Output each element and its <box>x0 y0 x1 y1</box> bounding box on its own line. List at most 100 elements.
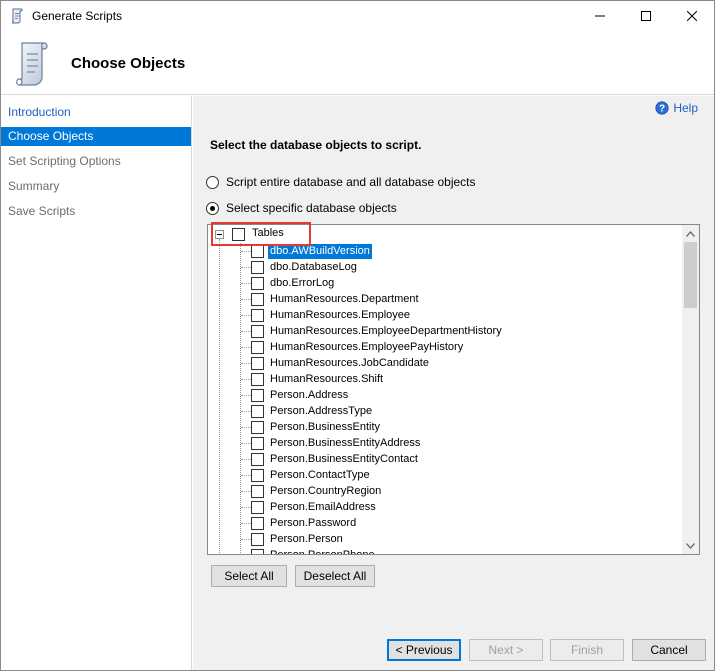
tree-item-checkbox[interactable] <box>251 421 264 434</box>
scroll-down-button[interactable] <box>682 537 699 554</box>
tree-item-label[interactable]: dbo.ErrorLog <box>268 276 336 291</box>
tree-item-label[interactable]: HumanResources.EmployeePayHistory <box>268 340 465 355</box>
tree-connector <box>241 475 251 476</box>
tree-item-checkbox[interactable] <box>251 405 264 418</box>
tree-item-label[interactable]: HumanResources.Shift <box>268 372 385 387</box>
tree-item-label[interactable]: Person.BusinessEntityContact <box>268 452 420 467</box>
tree-connector <box>241 331 251 332</box>
tree-item-label[interactable]: Person.ContactType <box>268 468 372 483</box>
tree-connector <box>241 459 251 460</box>
collapse-icon[interactable] <box>215 230 224 239</box>
scroll-thumb[interactable] <box>684 242 697 308</box>
tree-connector <box>241 491 251 492</box>
tree-connector <box>241 507 251 508</box>
previous-button[interactable]: < Previous <box>387 639 461 661</box>
tree-item-checkbox[interactable] <box>251 261 264 274</box>
tree-item-label[interactable]: Person.PersonPhone <box>268 548 377 554</box>
maximize-button[interactable] <box>623 1 669 31</box>
minimize-icon <box>595 15 605 17</box>
nav-item-set-scripting-options: Set Scripting Options <box>8 154 121 168</box>
tree-item-checkbox[interactable] <box>251 453 264 466</box>
tree-item-checkbox[interactable] <box>251 501 264 514</box>
tree-item-checkbox[interactable] <box>251 469 264 482</box>
tree-item-label[interactable]: Person.CountryRegion <box>268 484 383 499</box>
wizard-nav: Introduction Choose Objects Set Scriptin… <box>1 96 192 670</box>
tree-item-checkbox[interactable] <box>251 293 264 306</box>
close-icon <box>687 11 697 21</box>
tree-item-checkbox[interactable] <box>251 245 264 258</box>
tree-item-label[interactable]: HumanResources.EmployeeDepartmentHistory <box>268 324 504 339</box>
finish-button: Finish <box>550 639 624 661</box>
radio-entire-database-indicator[interactable] <box>206 175 219 189</box>
tree-item-checkbox[interactable] <box>251 341 264 354</box>
instruction-text: Select the database objects to script. <box>210 138 422 152</box>
radio-specific-objects[interactable]: Select specific database objects <box>206 201 397 215</box>
tree-connector <box>241 251 251 252</box>
tree-item-label[interactable]: HumanResources.Department <box>268 292 421 307</box>
tree-connector <box>241 379 251 380</box>
radio-specific-objects-label: Select specific database objects <box>226 201 397 215</box>
tables-checkbox[interactable] <box>232 228 245 241</box>
tree-item-checkbox[interactable] <box>251 357 264 370</box>
tree-item-label[interactable]: dbo.AWBuildVersion <box>268 244 372 259</box>
tree-connector <box>241 539 251 540</box>
tree-item-checkbox[interactable] <box>251 373 264 386</box>
tree-item-label[interactable]: Person.Password <box>268 516 358 531</box>
tree-connector <box>241 395 251 396</box>
tree-connector <box>241 427 251 428</box>
tree-item-checkbox[interactable] <box>251 517 264 530</box>
tree-item-checkbox[interactable] <box>251 533 264 546</box>
tree-item-label[interactable]: HumanResources.JobCandidate <box>268 356 431 371</box>
svg-text:?: ? <box>659 104 665 115</box>
page-title: Choose Objects <box>71 55 186 72</box>
title-bar: Generate Scripts <box>1 1 714 31</box>
tree-item-label[interactable]: HumanResources.Employee <box>268 308 412 323</box>
nav-item-save-scripts: Save Scripts <box>8 204 76 218</box>
maximize-icon <box>641 11 651 21</box>
nav-item-summary: Summary <box>8 179 60 193</box>
tree-item-label[interactable]: Person.Person <box>268 532 345 547</box>
object-tree[interactable]: Tables dbo.AWBuildVersion dbo.DatabaseLog… <box>207 224 700 555</box>
tree-connector <box>241 283 251 284</box>
tree-item-checkbox[interactable] <box>251 485 264 498</box>
tree-item-label[interactable]: Person.AddressType <box>268 404 374 419</box>
generate-scripts-dialog: Generate Scripts Choose Objects Introduc… <box>0 0 715 671</box>
tree-scrollbar[interactable] <box>682 225 699 554</box>
tree-connector <box>241 523 251 524</box>
cancel-button[interactable]: Cancel <box>632 639 706 661</box>
select-all-button[interactable]: Select All <box>211 565 287 587</box>
tree-item-label[interactable]: Person.EmailAddress <box>268 500 378 515</box>
radio-entire-database[interactable]: Script entire database and all database … <box>206 175 476 189</box>
nav-item-introduction[interactable]: Introduction <box>1 103 191 122</box>
tree-item-label[interactable]: Person.BusinessEntity <box>268 420 382 435</box>
close-button[interactable] <box>669 1 714 31</box>
tree-item-checkbox[interactable] <box>251 325 264 338</box>
tree-connector <box>241 299 251 300</box>
tree-item-checkbox[interactable] <box>251 389 264 402</box>
help-icon: ? <box>655 101 669 115</box>
help-label: Help <box>673 101 698 115</box>
tree-item-checkbox[interactable] <box>251 309 264 322</box>
chevron-down-icon <box>686 542 695 549</box>
window-title: Generate Scripts <box>32 9 123 23</box>
chevron-up-icon <box>686 230 695 237</box>
scroll-up-button[interactable] <box>682 225 699 242</box>
deselect-all-button[interactable]: Deselect All <box>295 565 375 587</box>
app-scroll-icon <box>11 8 23 24</box>
tree-item-checkbox[interactable] <box>251 277 264 290</box>
tree-item-checkbox[interactable] <box>251 437 264 450</box>
tree-connector <box>241 363 251 364</box>
wizard-header: Choose Objects <box>1 31 714 95</box>
tree-root-label[interactable]: Tables <box>250 226 286 241</box>
nav-item-choose-objects[interactable]: Choose Objects <box>1 127 191 146</box>
tree-item-label[interactable]: Person.Address <box>268 388 350 403</box>
minimize-button[interactable] <box>577 1 623 31</box>
help-link[interactable]: ? Help <box>655 101 698 115</box>
object-tree-content: Tables dbo.AWBuildVersion dbo.DatabaseLog… <box>208 225 683 554</box>
tree-item-checkbox[interactable] <box>251 549 264 554</box>
tree-item-label[interactable]: Person.BusinessEntityAddress <box>268 436 422 451</box>
tree-connector <box>241 267 251 268</box>
radio-specific-objects-indicator[interactable] <box>206 201 219 215</box>
tree-connector <box>241 347 251 348</box>
tree-item-label[interactable]: dbo.DatabaseLog <box>268 260 359 275</box>
